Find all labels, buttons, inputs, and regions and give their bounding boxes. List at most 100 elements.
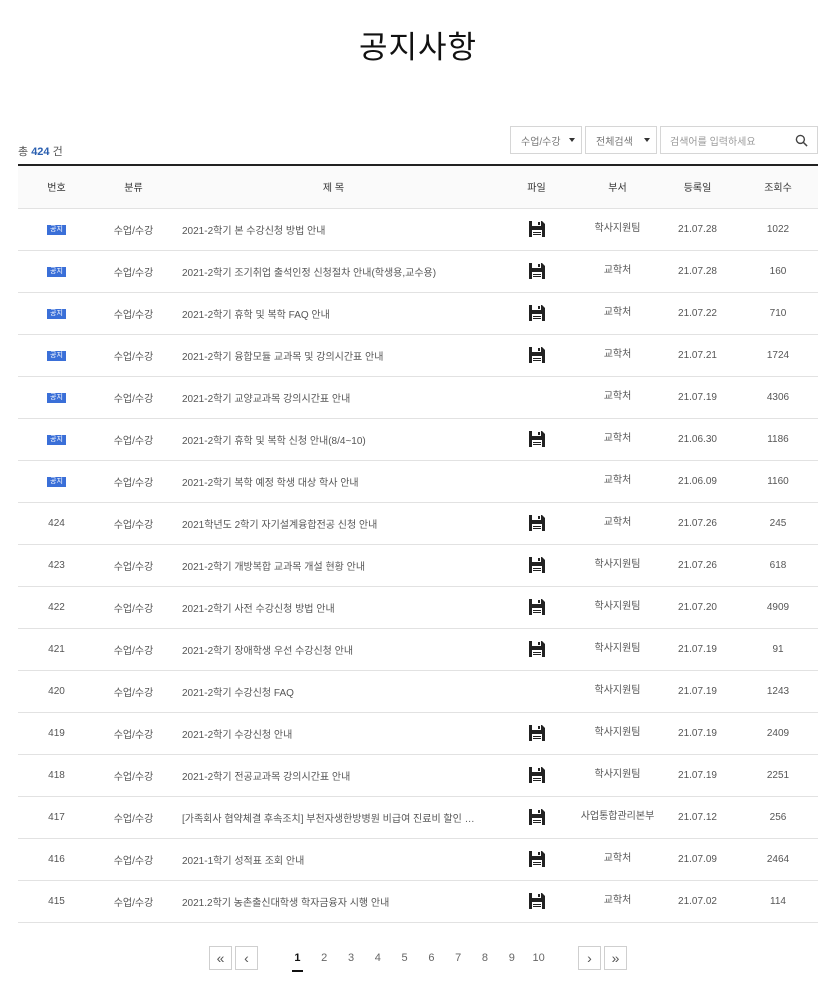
floppy-disk-icon[interactable] [528, 640, 546, 658]
search-icon[interactable] [795, 134, 808, 147]
notice-badge: 공지 [47, 309, 66, 319]
page-number-link[interactable]: 7 [445, 946, 472, 970]
row-file [495, 796, 578, 839]
page-number-link[interactable]: 5 [391, 946, 418, 970]
prev-page-button[interactable]: ‹ [235, 946, 259, 970]
row-title-link[interactable]: 2021-2학기 휴학 및 복학 신청 안내(8/4~10) [172, 418, 495, 461]
row-date: 21.07.02 [657, 880, 738, 923]
page-title: 공지사항 [358, 30, 478, 66]
floppy-disk-icon[interactable] [528, 304, 546, 322]
first-page-button[interactable]: « [209, 946, 233, 970]
col-header-department: 부서 [578, 165, 657, 209]
scope-select[interactable]: 전체검색 [585, 126, 657, 154]
next-page-button[interactable]: › [577, 946, 601, 970]
table-row[interactable]: 415 수업/수강 2021.2학기 농촌출신대학생 학자금융자 시행 안내 교학처 2… [18, 880, 818, 923]
notice-badge: 공지 [47, 435, 66, 445]
table-row[interactable]: 416 수업/수강 2021-1학기 성적표 조회 안내 교학처 21.07.09 246… [18, 838, 818, 881]
page-number-link[interactable]: 2 [311, 946, 338, 970]
floppy-disk-icon[interactable] [528, 850, 546, 868]
floppy-disk-icon[interactable] [528, 556, 546, 574]
category-select[interactable]: 수업/수강 [510, 126, 582, 154]
table-row[interactable]: 공지 수업/수강 2021-2학기 교양교과목 강의시간표 안내 교학처 21.07.1… [18, 376, 818, 419]
table-row[interactable]: 공지 수업/수강 2021-2학기 휴학 및 복학 FAQ 안내 교학처 21.07.2… [18, 292, 818, 335]
table-row[interactable]: 417 수업/수강 [가족회사 협약체결 후속조치] 부천자생한방병원 비급여 진료… [18, 796, 818, 839]
row-views: 2464 [738, 838, 818, 881]
row-number: 공지 [18, 418, 95, 461]
row-number: 공지 [18, 208, 95, 251]
page-number-link[interactable]: 3 [338, 946, 365, 970]
table-row[interactable]: 공지 수업/수강 2021-2학기 융합모듈 교과목 및 강의시간표 안내 교학처 21… [18, 334, 818, 377]
notice-badge: 공지 [47, 477, 66, 487]
row-file [495, 376, 578, 419]
row-department: 교학처 [578, 334, 657, 377]
floppy-disk-icon[interactable] [528, 766, 546, 784]
row-date: 21.07.21 [657, 334, 738, 377]
row-title-link[interactable]: 2021-2학기 수강신청 FAQ [172, 670, 495, 713]
page-number-link[interactable]: 1 [284, 946, 311, 972]
table-row[interactable]: 419 수업/수강 2021-2학기 수강신청 안내 학사지원팀 21.07.19 240… [18, 712, 818, 755]
row-title-link[interactable]: 2021-2학기 교양교과목 강의시간표 안내 [172, 376, 495, 419]
total-suffix: 건 [52, 146, 63, 158]
row-department: 교학처 [578, 376, 657, 419]
page-number-link[interactable]: 6 [418, 946, 445, 970]
table-row[interactable]: 423 수업/수강 2021-2학기 개방복합 교과목 개설 현황 안내 학사지원팀 2… [18, 544, 818, 587]
row-title-link[interactable]: 2021-2학기 사전 수강신청 방법 안내 [172, 586, 495, 629]
row-title-link[interactable]: 2021-2학기 융합모듈 교과목 및 강의시간표 안내 [172, 334, 495, 377]
row-number: 422 [18, 586, 95, 629]
page-number-link[interactable]: 9 [498, 946, 525, 970]
row-category: 수업/수강 [95, 208, 172, 251]
floppy-disk-icon[interactable] [528, 514, 546, 532]
row-title-link[interactable]: 2021-2학기 장애학생 우선 수강신청 안내 [172, 628, 495, 671]
row-title-link[interactable]: 2021학년도 2학기 자기설계융합전공 신청 안내 [172, 502, 495, 545]
table-row[interactable]: 공지 수업/수강 2021-2학기 조기취업 출석인정 신청절차 안내(학생용,교수… [18, 250, 818, 293]
total-prefix: 총 [18, 146, 29, 158]
row-category: 수업/수강 [95, 628, 172, 671]
row-title-link[interactable]: 2021-2학기 전공교과목 강의시간표 안내 [172, 754, 495, 797]
page-number-link[interactable]: 10 [525, 946, 552, 970]
row-department: 교학처 [578, 250, 657, 293]
floppy-disk-icon[interactable] [528, 346, 546, 364]
row-category: 수업/수강 [95, 418, 172, 461]
row-number: 420 [18, 670, 95, 713]
floppy-disk-icon[interactable] [528, 808, 546, 826]
table-row[interactable]: 424 수업/수강 2021학년도 2학기 자기설계융합전공 신청 안내 교학처 21.… [18, 502, 818, 545]
table-row[interactable]: 420 수업/수강 2021-2학기 수강신청 FAQ 학사지원팀 21.07.19 12… [18, 670, 818, 713]
row-number: 417 [18, 796, 95, 839]
floppy-disk-icon[interactable] [528, 430, 546, 448]
row-category: 수업/수강 [95, 334, 172, 377]
row-title-link[interactable]: [가족회사 협약체결 후속조치] 부천자생한방병원 비급여 진료비 할인 … [172, 796, 495, 839]
row-file [495, 586, 578, 629]
row-file [495, 250, 578, 293]
row-date: 21.07.19 [657, 628, 738, 671]
table-row[interactable]: 공지 수업/수강 2021-2학기 휴학 및 복학 신청 안내(8/4~10) 교학처… [18, 418, 818, 461]
floppy-disk-icon[interactable] [528, 724, 546, 742]
page-number-link[interactable]: 8 [472, 946, 499, 970]
table-row[interactable]: 공지 수업/수강 2021-2학기 복학 예정 학생 대상 학사 안내 교학처 21.0… [18, 460, 818, 503]
floppy-disk-icon[interactable] [528, 262, 546, 280]
row-title-link[interactable]: 2021-1학기 성적표 조회 안내 [172, 838, 495, 881]
table-row[interactable]: 공지 수업/수강 2021-2학기 본 수강신청 방법 안내 학사지원팀 21.07.2… [18, 208, 818, 251]
notice-badge: 공지 [47, 393, 66, 403]
row-views: 2409 [738, 712, 818, 755]
row-title-link[interactable]: 2021-2학기 수강신청 안내 [172, 712, 495, 755]
row-category: 수업/수강 [95, 796, 172, 839]
floppy-disk-icon[interactable] [528, 892, 546, 910]
row-title-link[interactable]: 2021-2학기 복학 예정 학생 대상 학사 안내 [172, 460, 495, 503]
page-number-link[interactable]: 4 [364, 946, 391, 970]
search-input[interactable]: 검색어를 입력하세요 [660, 126, 818, 154]
row-category: 수업/수강 [95, 376, 172, 419]
row-title-link[interactable]: 2021-2학기 개방복합 교과목 개설 현황 안내 [172, 544, 495, 587]
row-title-link[interactable]: 2021-2학기 조기취업 출석인정 신청절차 안내(학생용,교수용) [172, 250, 495, 293]
floppy-disk-icon[interactable] [528, 220, 546, 238]
last-page-button[interactable]: » [603, 946, 627, 970]
floppy-disk-icon[interactable] [528, 598, 546, 616]
row-date: 21.07.28 [657, 208, 738, 251]
table-row[interactable]: 421 수업/수강 2021-2학기 장애학생 우선 수강신청 안내 학사지원팀 21.… [18, 628, 818, 671]
row-title-link[interactable]: 2021-2학기 본 수강신청 방법 안내 [172, 208, 495, 251]
row-title-link[interactable]: 2021.2학기 농촌출신대학생 학자금융자 시행 안내 [172, 880, 495, 923]
table-row[interactable]: 422 수업/수강 2021-2학기 사전 수강신청 방법 안내 학사지원팀 21.07… [18, 586, 818, 629]
table-row[interactable]: 418 수업/수강 2021-2학기 전공교과목 강의시간표 안내 학사지원팀 21.0… [18, 754, 818, 797]
row-title-link[interactable]: 2021-2학기 휴학 및 복학 FAQ 안내 [172, 292, 495, 335]
notice-badge: 공지 [47, 267, 66, 277]
page-numbers: 1 2 3 4 5 6 7 8 9 10 [284, 946, 552, 972]
